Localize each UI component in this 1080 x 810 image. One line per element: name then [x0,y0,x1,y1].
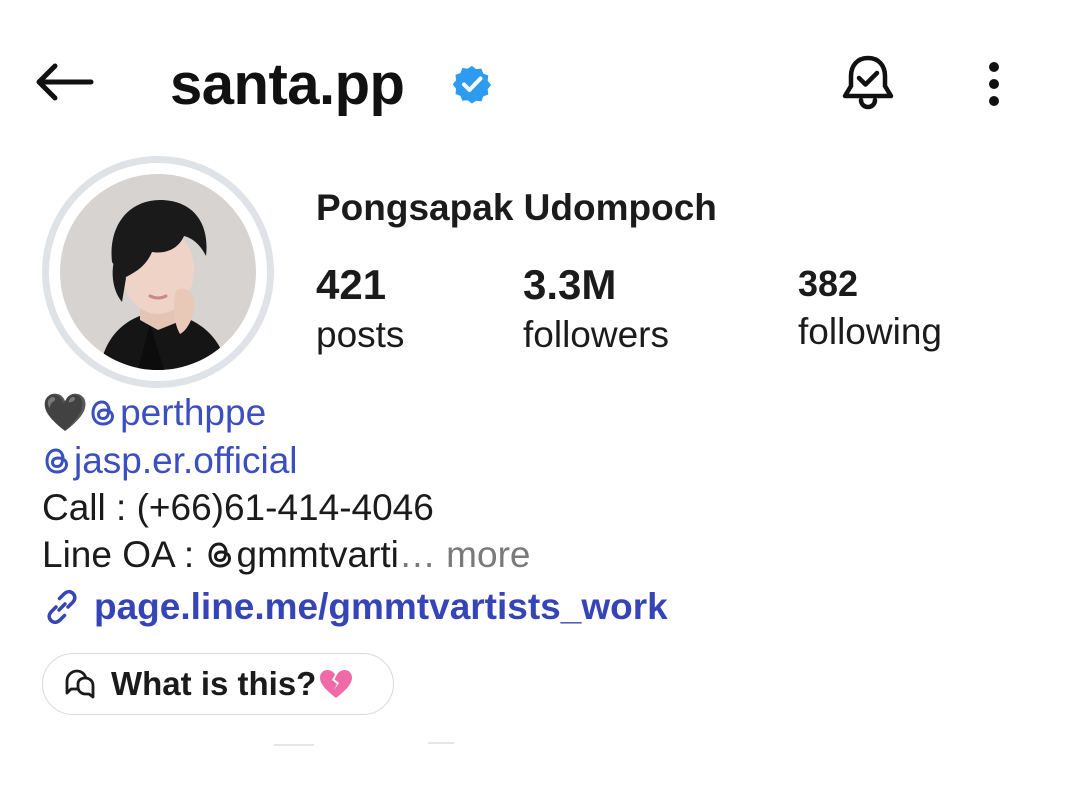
mention-text: jasp.er.official [74,440,298,481]
followers-count-stat[interactable]: 3.3M followers [523,260,669,360]
bio-line-3: Call : (+66)61-414-4046 [42,487,434,528]
followers-label: followers [523,314,669,355]
posts-count-stat[interactable]: 421 posts [316,260,404,360]
more-options-button[interactable] [966,52,1022,116]
threads-icon [207,542,231,568]
threads-icon [91,400,115,426]
profile-photo-illustration [60,174,256,370]
verified-badge-icon [452,65,492,104]
following-label: following [798,311,942,352]
posts-count: 421 [316,261,387,308]
bio-ellipsis: … [398,534,436,575]
chat-bubbles-icon [65,669,95,699]
following-count-stat[interactable]: 382 following [798,261,942,357]
black-heart-icon: 🖤 [42,392,89,433]
following-count: 382 [798,263,859,304]
more-vertical-icon [989,62,999,106]
posts-label: posts [316,314,405,355]
notifications-button[interactable] [832,50,904,114]
notification-bell-check-icon [842,55,894,110]
bio-line-4-prefix: Line OA : [42,534,205,575]
profile-photo [60,174,256,370]
mention-text-truncated: gmmtvarti [236,534,399,575]
link-icon [47,589,77,625]
back-arrow-icon [36,63,94,101]
bio-line-4: Line OA : gmmtvarti… more [42,532,530,578]
what-is-this-chip[interactable]: What is this? [42,653,394,715]
bio-line-1: 🖤 perthppe [42,390,266,436]
mention-text: perthppe [120,392,267,433]
cutoff-content-hint [274,744,314,746]
profile-username: santa.pp [170,52,405,117]
profile-full-name: Pongsapak Udompoch [316,187,717,228]
bio-more-link[interactable]: more [436,534,530,575]
threads-mention-perthppe[interactable]: perthppe [88,392,266,433]
threads-mention-gmmtv: gmmtvarti [205,534,399,575]
cutoff-content-hint [428,742,454,744]
avatar[interactable] [42,156,274,388]
back-button[interactable] [28,52,100,112]
threads-icon [45,448,69,474]
followers-count: 3.3M [523,261,617,308]
broken-heart-icon [320,670,353,698]
threads-mention-jasper[interactable]: jasp.er.official [42,440,298,481]
external-link-text: page.line.me/gmmtvartists_work [94,586,668,627]
chip-label: What is this? [111,665,317,702]
external-link[interactable]: page.line.me/gmmtvartists_work [42,584,668,630]
bio-line-2: jasp.er.official [42,438,298,484]
